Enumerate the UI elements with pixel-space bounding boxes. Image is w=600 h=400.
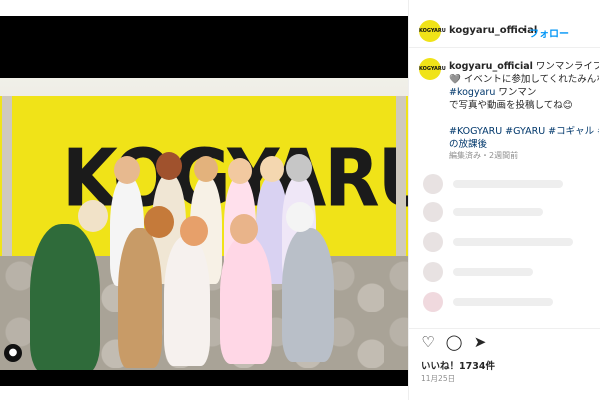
comment-row xyxy=(417,260,597,282)
person-head xyxy=(260,156,284,182)
person-head xyxy=(144,206,174,238)
action-bar: ♡ ◯ ➤ xyxy=(409,328,600,352)
person xyxy=(118,228,162,368)
post-media[interactable]: KOGYARU xyxy=(0,16,408,386)
like-heart-icon[interactable]: ♡ xyxy=(419,333,437,351)
person-head xyxy=(78,200,108,232)
person-head xyxy=(286,154,312,182)
comment-row xyxy=(417,290,597,312)
person xyxy=(282,228,334,362)
post-date: 11月25日 xyxy=(421,374,456,383)
instagram-post-view: KOGYARU xyxy=(0,0,600,400)
person-head xyxy=(230,214,258,244)
comment-row xyxy=(417,230,597,252)
comment-row xyxy=(417,200,597,222)
caption-avatar[interactable]: KOGYARU xyxy=(419,58,446,80)
tagged-user-icon[interactable]: ● xyxy=(4,344,22,362)
separator-dot: • xyxy=(521,25,527,36)
share-send-icon[interactable]: ➤ xyxy=(471,333,489,351)
person xyxy=(164,236,210,366)
group-photo: KOGYARU xyxy=(0,78,408,370)
person-head xyxy=(286,202,314,232)
comment-icon[interactable]: ◯ xyxy=(445,333,463,351)
profile-avatar[interactable]: KOGYARU xyxy=(419,20,446,42)
comment-row xyxy=(417,172,597,194)
person-head xyxy=(156,152,182,180)
hashtag-link[interactable]: #kogyaru xyxy=(449,87,495,98)
caption-line: で写真や動画を投稿してね😊 xyxy=(449,100,573,111)
caption-line: ワンマンライブ二日 xyxy=(535,61,599,72)
caption-line: ワンマン xyxy=(498,87,537,98)
edited-meta: 編集済み・2週間前 xyxy=(449,151,519,160)
post-header: KOGYARU kogyaru_official • フォロー xyxy=(409,14,600,48)
person xyxy=(220,236,272,364)
person-head xyxy=(114,156,140,184)
person-head xyxy=(194,156,218,182)
hashtag-links[interactable]: #KOGYARU #GYARU #コギャル #ギャ xyxy=(449,125,599,138)
person xyxy=(30,224,100,370)
post-caption: kogyaru_official ワンマンライブ二日 🩶 イベントに参加してくれ… xyxy=(449,60,599,151)
post-side-panel: KOGYARU kogyaru_official • フォロー KOGYARU … xyxy=(408,0,600,400)
person-head xyxy=(228,158,252,184)
like-count[interactable]: いいね！1734件 xyxy=(421,358,495,372)
person-head xyxy=(180,216,208,246)
follow-button[interactable]: フォロー xyxy=(529,25,569,40)
caption-username[interactable]: kogyaru_official xyxy=(449,61,533,72)
caption-line: 🩶 イベントに参加してくれたみんな xyxy=(449,74,599,85)
